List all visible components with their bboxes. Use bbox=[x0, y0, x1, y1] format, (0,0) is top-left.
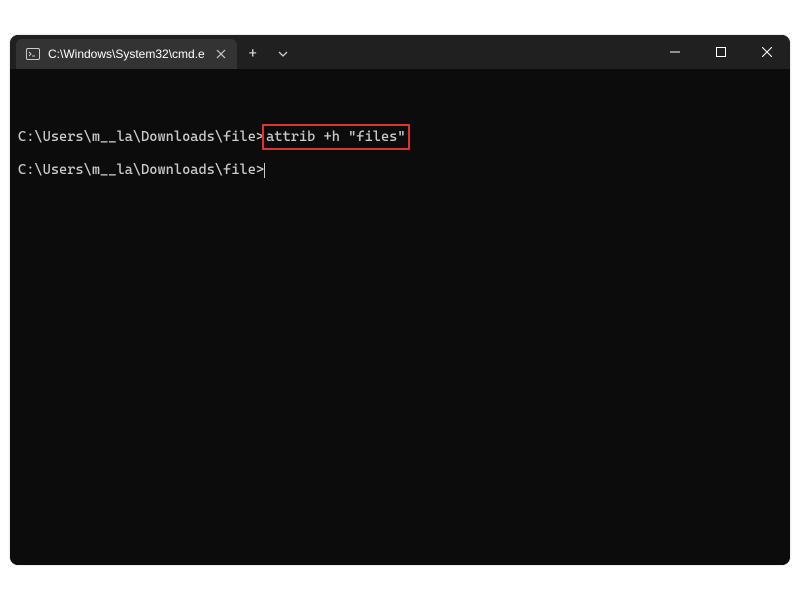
prompt: C:\Users\m__la\Downloads\file> bbox=[18, 129, 264, 145]
titlebar-drag-area[interactable] bbox=[297, 35, 652, 69]
titlebar: C:\Windows\System32\cmd.e + bbox=[10, 35, 790, 69]
tab-title: C:\Windows\System32\cmd.e bbox=[48, 47, 205, 61]
command-highlight: attrib +h "files" bbox=[262, 124, 409, 150]
maximize-button[interactable] bbox=[698, 35, 744, 69]
plus-icon: + bbox=[249, 46, 257, 62]
tab-cmd[interactable]: C:\Windows\System32\cmd.e bbox=[16, 39, 237, 69]
tab-close-button[interactable] bbox=[213, 46, 229, 62]
minimize-button[interactable] bbox=[652, 35, 698, 69]
maximize-icon bbox=[716, 47, 726, 57]
terminal-line: C:\Users\m__la\Downloads\file> bbox=[18, 160, 782, 180]
cmd-icon bbox=[26, 47, 40, 61]
terminal-body[interactable]: C:\Users\m__la\Downloads\file>attrib +h … bbox=[10, 69, 790, 565]
command-text: attrib +h "files" bbox=[266, 129, 405, 145]
close-icon bbox=[762, 47, 772, 57]
new-tab-button[interactable]: + bbox=[237, 39, 269, 69]
close-button[interactable] bbox=[744, 35, 790, 69]
minimize-icon bbox=[670, 47, 680, 57]
terminal-line: C:\Users\m__la\Downloads\file>attrib +h … bbox=[18, 124, 782, 150]
terminal-window: C:\Windows\System32\cmd.e + C:\Users\m__… bbox=[10, 35, 790, 565]
chevron-down-icon bbox=[278, 49, 288, 59]
prompt: C:\Users\m__la\Downloads\file> bbox=[18, 162, 264, 178]
tab-dropdown-button[interactable] bbox=[269, 39, 297, 69]
cursor bbox=[264, 163, 265, 178]
